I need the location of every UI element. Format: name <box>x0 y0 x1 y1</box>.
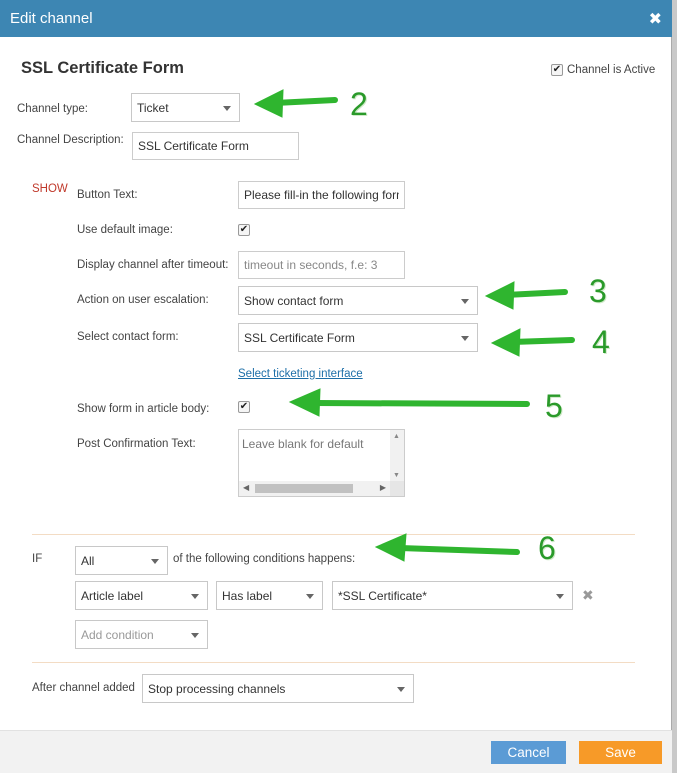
annotation-number: 6 <box>538 530 556 566</box>
arrow-left-icon <box>484 281 568 310</box>
annotation-number: 4 <box>592 324 610 360</box>
annotation-arrows <box>253 89 575 562</box>
annotation-number: 2 <box>350 86 368 122</box>
annotation-number: 5 <box>545 388 563 424</box>
arrow-left-icon <box>288 388 530 417</box>
arrow-left-icon <box>253 89 338 118</box>
annotation-number: 3 <box>589 273 607 309</box>
arrow-left-icon <box>374 533 520 562</box>
arrow-left-icon <box>490 328 575 357</box>
edit-channel-dialog: Edit channel ✖ SSL Certificate Form ✔ Ch… <box>0 0 672 773</box>
